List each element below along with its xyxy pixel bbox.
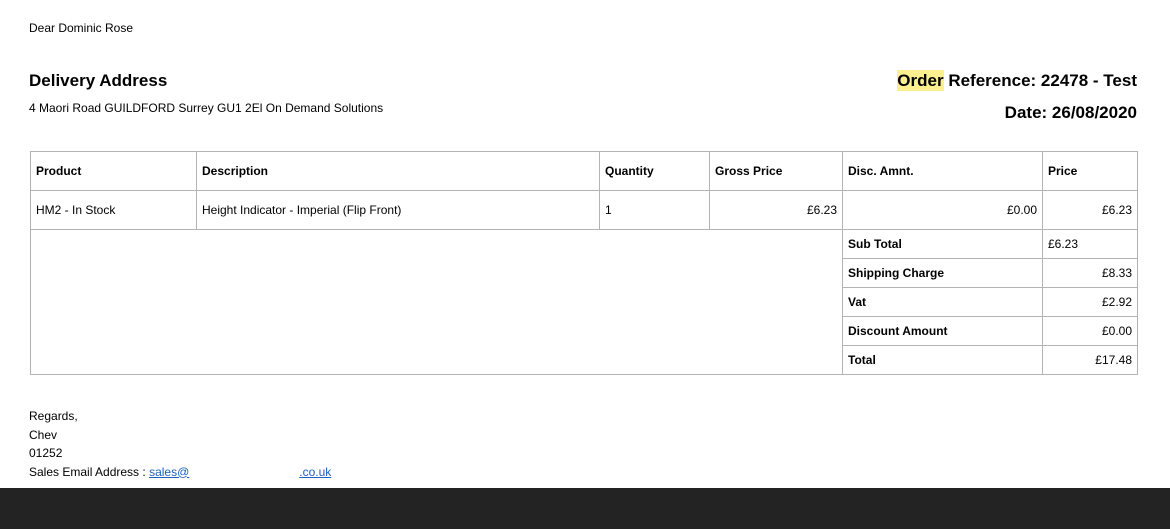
header-gross-price: Gross Price xyxy=(709,151,843,191)
summary-label: Vat xyxy=(842,287,1043,317)
header-disc-amnt: Disc. Amnt. xyxy=(842,151,1043,191)
header-product: Product xyxy=(30,151,197,191)
email-link-domain[interactable]: .co.uk xyxy=(299,465,331,479)
item-description: Height Indicator - Imperial (Flip Front) xyxy=(196,190,600,230)
order-table: Product Description Quantity Gross Price… xyxy=(30,151,1138,375)
signature-block: Regards, Chev 01252 Sales Email Address … xyxy=(29,407,331,481)
delivery-address-heading: Delivery Address xyxy=(29,71,168,90)
item-product: HM2 - In Stock xyxy=(30,190,197,230)
summary-value: £17.48 xyxy=(1042,345,1138,375)
header-quantity: Quantity xyxy=(599,151,710,191)
summary-row-subtotal: Sub Total £6.23 xyxy=(30,229,1138,375)
email-label: Sales Email Address : xyxy=(29,464,150,479)
summary-value: £0.00 xyxy=(1042,316,1138,346)
table-header-row: Product Description Quantity Gross Price… xyxy=(30,151,1138,191)
item-gross-price: £6.23 xyxy=(709,190,843,230)
item-quantity: 1 xyxy=(599,190,710,230)
greeting: Dear Dominic Rose xyxy=(29,21,134,35)
regards-text: Regards, xyxy=(29,409,78,423)
header-price: Price xyxy=(1042,151,1138,191)
phone-number: 01252 xyxy=(29,446,63,460)
email-body: Dear Dominic Rose Delivery Address 4 Mao… xyxy=(0,0,1170,488)
order-reference: Order Reference: 22478 - Test xyxy=(897,70,1137,91)
bottom-bar xyxy=(0,488,1170,529)
sender-name: Chev xyxy=(29,427,58,442)
summary-value: £2.92 xyxy=(1042,287,1138,317)
header-description: Description xyxy=(196,151,600,191)
summary-spacer xyxy=(30,229,843,375)
table-row: HM2 - In Stock Height Indicator - Imperi… xyxy=(30,190,1138,230)
summary-value: £8.33 xyxy=(1042,258,1138,288)
summary-label: Shipping Charge xyxy=(842,258,1043,288)
summary-label: Sub Total xyxy=(842,229,1043,259)
item-price: £6.23 xyxy=(1042,190,1138,230)
order-reference-text: Reference: 22478 - Test xyxy=(943,71,1137,90)
email-line: Sales Email Address : sales@ .co.uk xyxy=(29,463,331,482)
search-highlight: Order xyxy=(897,70,944,91)
summary-label: Total xyxy=(842,345,1043,375)
email-link-user[interactable]: sales@ xyxy=(149,465,189,479)
order-date: Date: 26/08/2020 xyxy=(1004,103,1137,122)
summary-value: £6.23 xyxy=(1042,229,1138,259)
delivery-address: 4 Maori Road GUILDFORD Surrey GU1 2El On… xyxy=(29,101,384,115)
item-disc-amnt: £0.00 xyxy=(842,190,1043,230)
summary-label: Discount Amount xyxy=(842,316,1043,346)
